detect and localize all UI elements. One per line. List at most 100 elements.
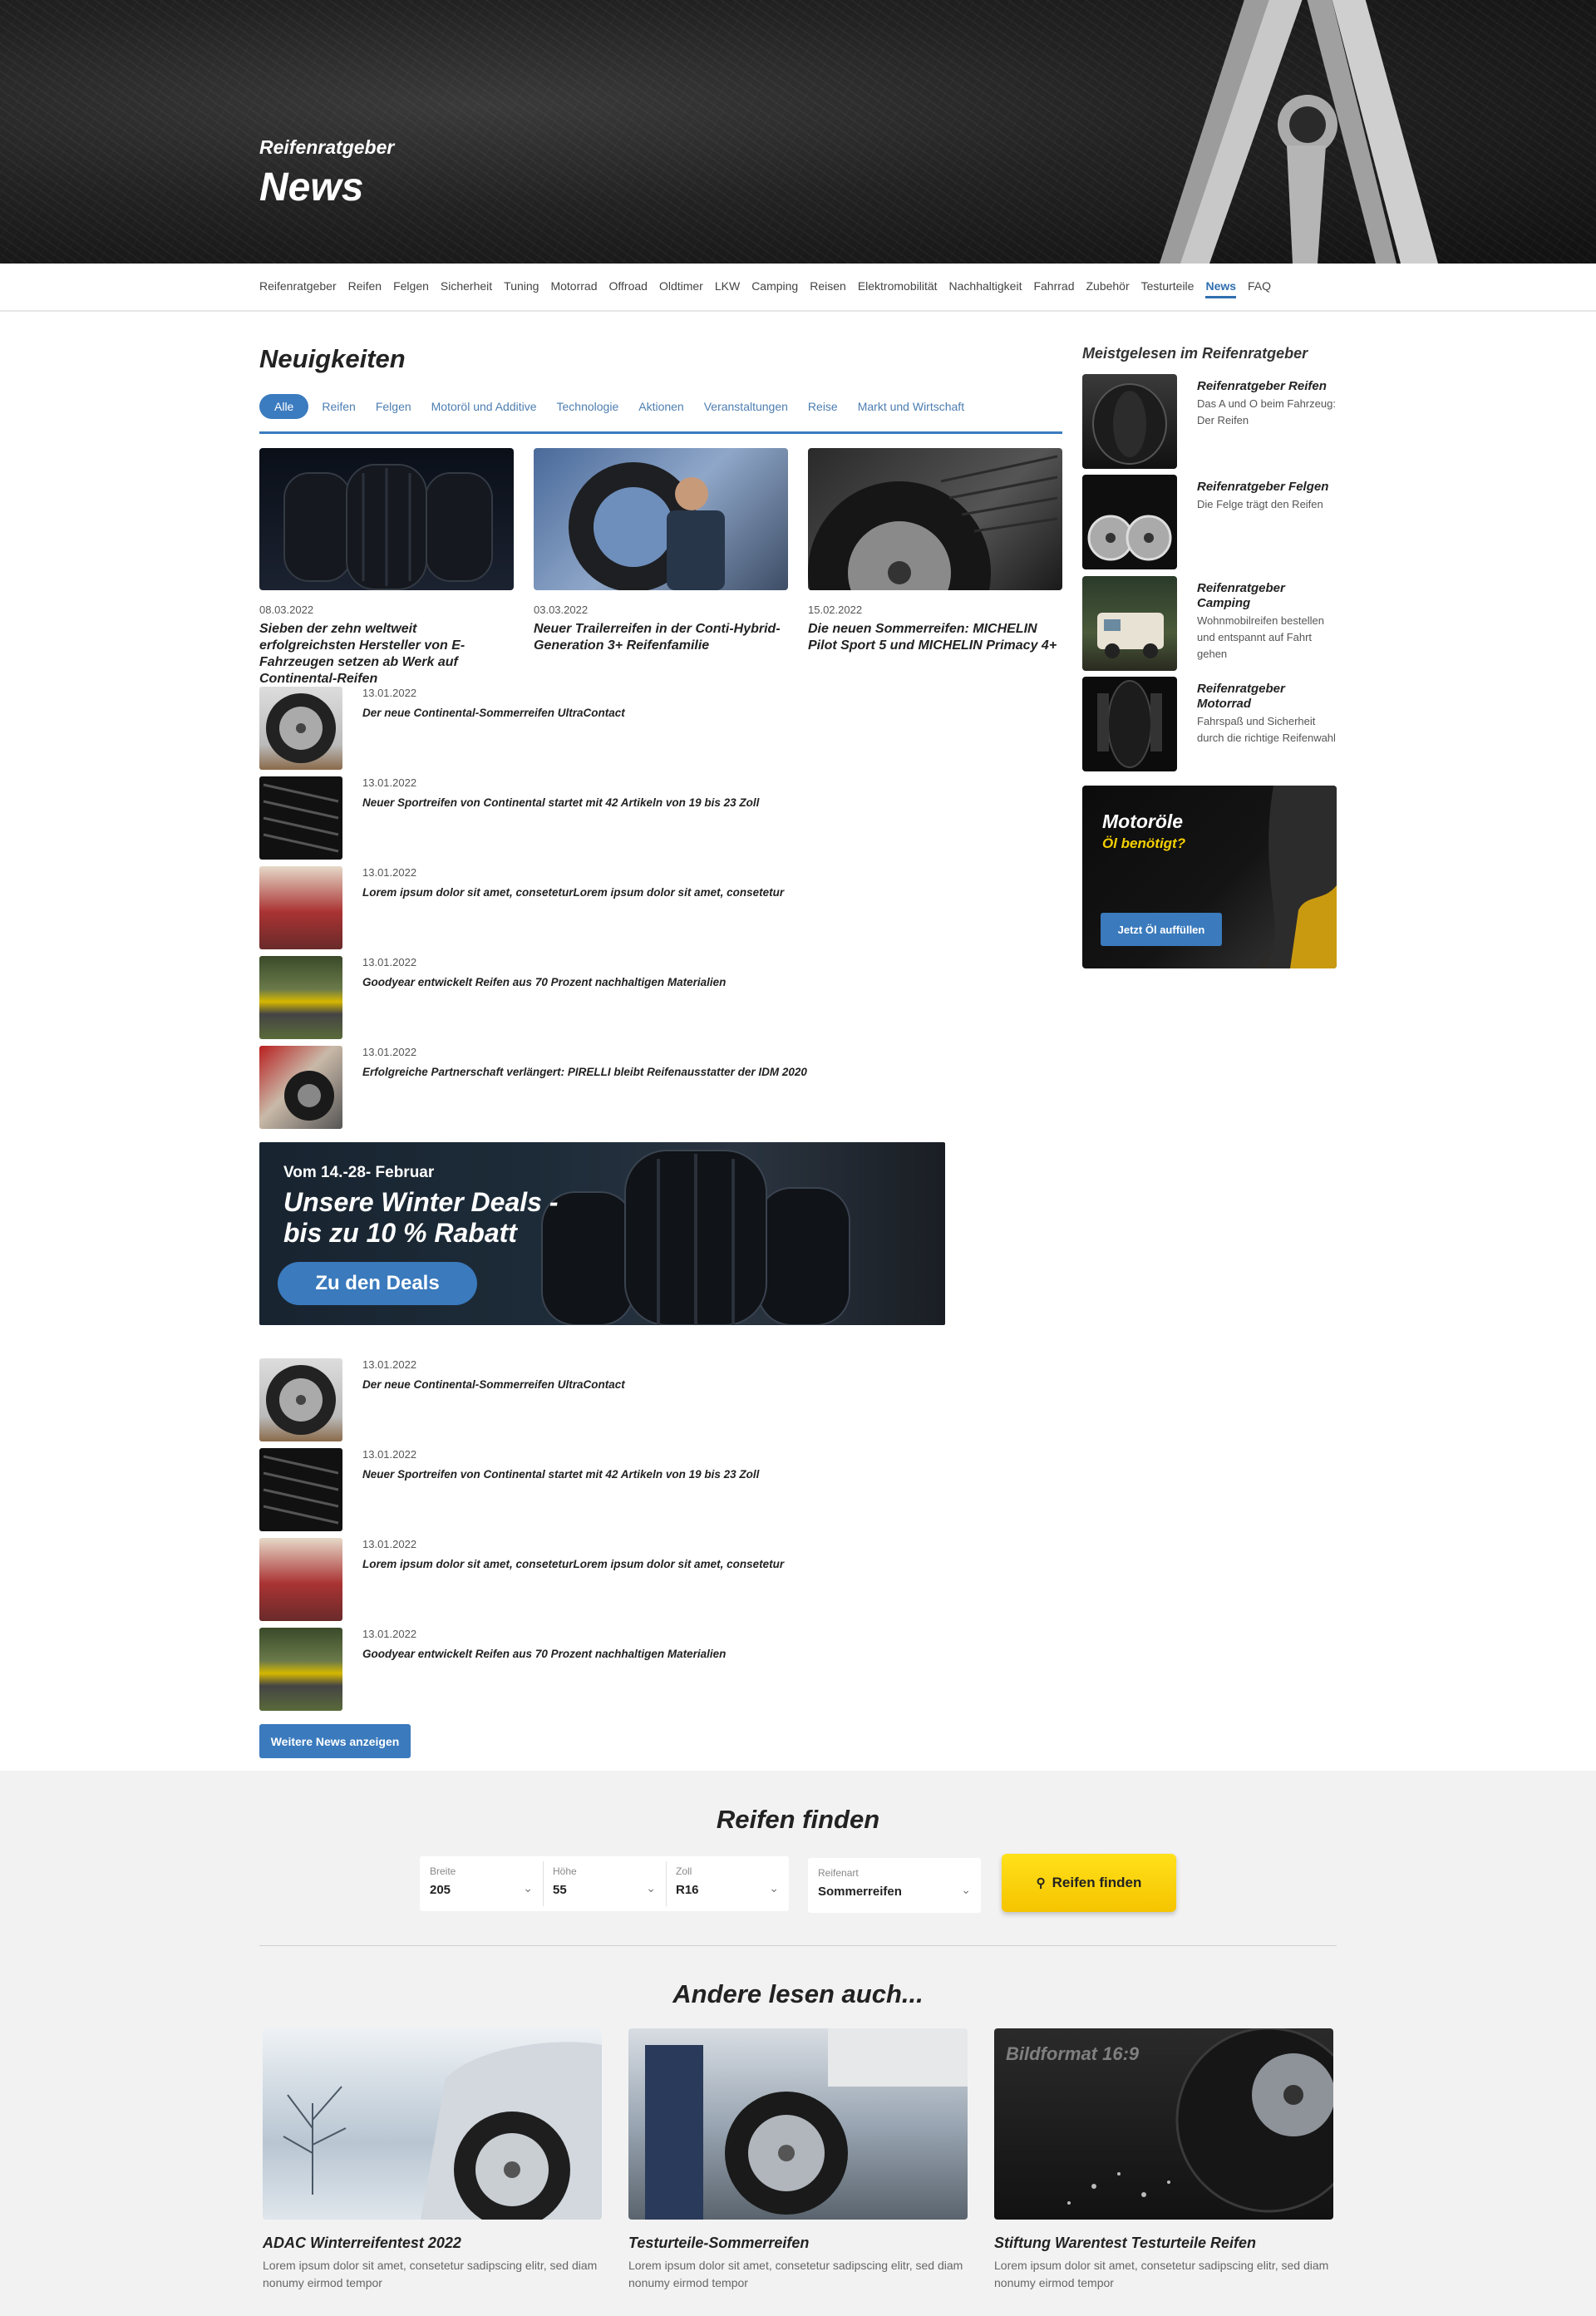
promo-date: Vom 14.-28- Februar [283, 1164, 435, 1181]
race-track-image [259, 1628, 342, 1711]
list-item[interactable]: 13.01.2022 Goodyear entwickelt Reifen au… [259, 1628, 841, 1711]
race-track-image [259, 956, 342, 1039]
list-item[interactable]: 13.01.2022 Der neue Continental-Sommerre… [259, 1358, 841, 1441]
filter-felgen[interactable]: Felgen [376, 394, 411, 419]
sidebar-item-camping[interactable]: Reifenratgeber Camping Wohnmobilreifen b… [1082, 576, 1337, 671]
category-nav: Reifenratgeber Reifen Felgen Sicherheit … [0, 264, 1596, 312]
tires-image [259, 448, 514, 590]
list-item[interactable]: 13.01.2022 Neuer Sportreifen von Contine… [259, 1448, 841, 1531]
featured-news-card[interactable]: 08.03.2022 Sieben der zehn weltweit erfo… [259, 448, 514, 687]
related-article-card[interactable]: Bildformat 16:9 Stiftung Warentest Testu… [994, 2028, 1333, 2292]
nav-item-reisen[interactable]: Reisen [810, 279, 846, 298]
find-tires-button[interactable]: ⚲ Reifen finden [1002, 1854, 1176, 1912]
article-title: ADAC Winterreifentest 2022 [263, 2235, 461, 2251]
news-filter-tabs: Alle Reifen Felgen Motoröl und Additive … [259, 394, 1062, 434]
nav-item-sicherheit[interactable]: Sicherheit [441, 279, 492, 298]
list-item[interactable]: 13.01.2022 Lorem ipsum dolor sit amet, c… [259, 866, 841, 949]
filter-alle[interactable]: Alle [259, 394, 309, 419]
filter-veranstaltungen[interactable]: Veranstaltungen [704, 394, 788, 419]
nav-item-faq[interactable]: FAQ [1248, 279, 1271, 298]
nav-item-motorrad[interactable]: Motorrad [550, 279, 597, 298]
michelin-tire-image [808, 448, 1062, 590]
rims-image [1082, 475, 1177, 569]
nav-item-fahrrad[interactable]: Fahrrad [1033, 279, 1074, 298]
tire-on-road-image: Bildformat 16:9 [994, 2028, 1333, 2220]
motor-oil-banner[interactable]: Motoröle Öl benötigt? Jetzt Öl auffüllen [1082, 786, 1337, 968]
search-icon: ⚲ [1036, 1876, 1046, 1890]
motorcycle-tire-image [1082, 677, 1177, 771]
nav-item-nachhaltigkeit[interactable]: Nachhaltigkeit [949, 279, 1022, 298]
filter-reifen[interactable]: Reifen [322, 394, 355, 419]
nav-item-tuning[interactable]: Tuning [504, 279, 539, 298]
nav-item-felgen[interactable]: Felgen [393, 279, 429, 298]
nav-item-testurteile[interactable]: Testurteile [1141, 279, 1195, 298]
sidebar-item-title: Reifenratgeber Camping [1197, 581, 1285, 610]
news-title[interactable]: Der neue Continental-Sommerreifen UltraC… [362, 707, 625, 719]
nav-item-reifenratgeber[interactable]: Reifenratgeber [259, 279, 337, 298]
width-select[interactable]: Breite 205 ⌄ [420, 1856, 543, 1911]
list-item[interactable]: 13.01.2022 Der neue Continental-Sommerre… [259, 687, 841, 770]
news-title[interactable]: Die neuen Sommerreifen: MICHELIN Pilot S… [808, 621, 1062, 654]
winter-deals-banner[interactable]: Vom 14.-28- Februar Unsere Winter Deals … [259, 1142, 945, 1325]
height-select[interactable]: Höhe 55 ⌄ [543, 1856, 666, 1911]
image-watermark: Bildformat 16:9 [1006, 2043, 1140, 2064]
news-title[interactable]: Goodyear entwickelt Reifen aus 70 Prozen… [362, 1648, 726, 1660]
related-article-card[interactable]: Testurteile-Sommerreifen Lorem ipsum dol… [628, 2028, 968, 2292]
pirelli-tire-image [259, 1046, 342, 1129]
list-item[interactable]: 13.01.2022 Lorem ipsum dolor sit amet, c… [259, 1538, 841, 1621]
filter-markt[interactable]: Markt und Wirtschaft [858, 394, 964, 419]
news-title[interactable]: Lorem ipsum dolor sit amet, conseteturLo… [362, 886, 784, 899]
news-date: 15.02.2022 [808, 604, 863, 616]
chevron-down-icon: ⌄ [646, 1881, 656, 1895]
tire-type-select[interactable]: Reifenart Sommerreifen ⌄ [808, 1858, 981, 1913]
filter-motoroel[interactable]: Motoröl und Additive [431, 394, 537, 419]
sidebar-item-motorrad[interactable]: Reifenratgeber Motorrad Fahrspaß und Sic… [1082, 677, 1337, 771]
list-item[interactable]: 13.01.2022 Erfolgreiche Partnerschaft ve… [259, 1046, 841, 1129]
news-title[interactable]: Goodyear entwickelt Reifen aus 70 Prozen… [362, 976, 726, 988]
tire-type-value: Sommerreifen [818, 1885, 902, 1899]
news-date: 13.01.2022 [362, 956, 417, 968]
promo-headline: Unsere Winter Deals - bis zu 10 % Rabatt [283, 1187, 559, 1248]
news-title[interactable]: Erfolgreiche Partnerschaft verlängert: P… [362, 1066, 807, 1078]
related-article-card[interactable]: ADAC Winterreifentest 2022 Lorem ipsum d… [263, 2028, 602, 2292]
oil-refill-button[interactable]: Jetzt Öl auffüllen [1101, 913, 1222, 946]
nav-item-oldtimer[interactable]: Oldtimer [659, 279, 703, 298]
news-date: 13.01.2022 [362, 1538, 417, 1550]
news-title[interactable]: Neuer Trailerreifen in der Conti-Hybrid-… [534, 621, 788, 654]
nav-item-news[interactable]: News [1205, 279, 1237, 298]
find-tires-label: Reifen finden [1052, 1875, 1142, 1890]
rim-size-select[interactable]: Zoll R16 ⌄ [666, 1856, 789, 1911]
news-title[interactable]: Lorem ipsum dolor sit amet, conseteturLo… [362, 1558, 784, 1570]
rim-size-value: R16 [676, 1883, 699, 1897]
rim-size-label: Zoll [676, 1865, 692, 1877]
filter-aktionen[interactable]: Aktionen [638, 394, 683, 419]
article-desc: Lorem ipsum dolor sit amet, consetetur s… [994, 2259, 1329, 2289]
nav-item-elektromobilitaet[interactable]: Elektromobilität [858, 279, 938, 298]
news-title[interactable]: Neuer Sportreifen von Continental starte… [362, 1468, 759, 1481]
width-value: 205 [430, 1883, 451, 1897]
nav-item-offroad[interactable]: Offroad [609, 279, 648, 298]
article-title: Testurteile-Sommerreifen [628, 2235, 810, 2251]
featured-news-card[interactable]: 03.03.2022 Neuer Trailerreifen in der Co… [534, 448, 788, 654]
news-date: 13.01.2022 [362, 866, 417, 879]
divider [259, 1945, 1337, 1946]
nav-item-reifen[interactable]: Reifen [348, 279, 382, 298]
news-title[interactable]: Neuer Sportreifen von Continental starte… [362, 796, 759, 809]
filter-technologie[interactable]: Technologie [557, 394, 619, 419]
list-item[interactable]: 13.01.2022 Neuer Sportreifen von Contine… [259, 776, 841, 860]
winter-tire-image [263, 2028, 602, 2220]
more-news-button[interactable]: Weitere News anzeigen [259, 1724, 411, 1758]
sidebar-item-reifen[interactable]: Reifenratgeber Reifen Das A und O beim F… [1082, 374, 1337, 469]
list-item[interactable]: 13.01.2022 Goodyear entwickelt Reifen au… [259, 956, 841, 1039]
sidebar-item-desc: Die Felge trägt den Reifen [1197, 498, 1323, 510]
nav-item-lkw[interactable]: LKW [715, 279, 740, 298]
deals-button[interactable]: Zu den Deals [278, 1262, 477, 1305]
nav-item-camping[interactable]: Camping [751, 279, 798, 298]
sidebar-item-felgen[interactable]: Reifenratgeber Felgen Die Felge trägt de… [1082, 475, 1337, 569]
article-title: Stiftung Warentest Testurteile Reifen [994, 2235, 1257, 2251]
filter-reise[interactable]: Reise [808, 394, 838, 419]
news-title[interactable]: Sieben der zehn weltweit erfolgreichsten… [259, 621, 514, 687]
featured-news-card[interactable]: 15.02.2022 Die neuen Sommerreifen: MICHE… [808, 448, 1062, 654]
news-title[interactable]: Der neue Continental-Sommerreifen UltraC… [362, 1378, 625, 1391]
nav-item-zubehoer[interactable]: Zubehör [1086, 279, 1129, 298]
